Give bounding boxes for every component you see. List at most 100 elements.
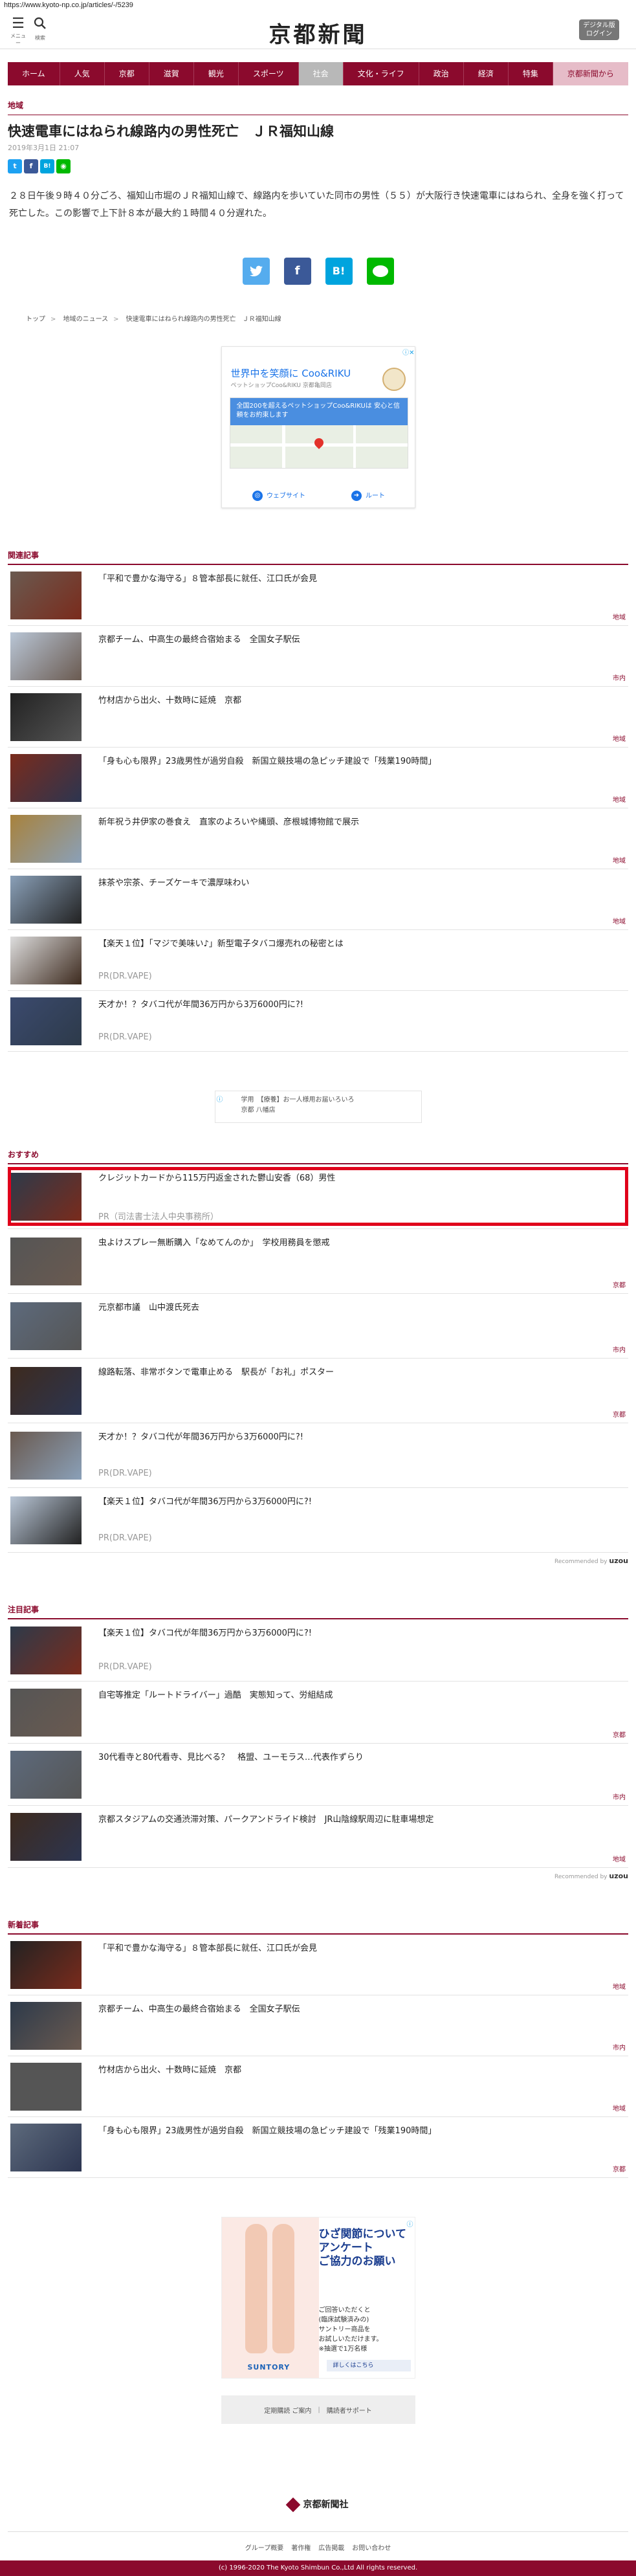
hatena-share-icon[interactable]: B! <box>40 159 54 173</box>
list-item[interactable]: 天才か！？タバコ代が年間36万円から3万6000円に?! PR(DR.VAPE) <box>8 991 628 1052</box>
list-item-title[interactable]: 【楽天１位】「マジで美味い♪」新型電子タバコ爆売れの秘密とは <box>98 938 620 951</box>
nav-item[interactable]: 文化・ライフ <box>344 62 419 85</box>
list-item[interactable]: 「身も心も限界」23歳男性が過労自殺 新国立競技場の急ピッチ建設で「残業190時… <box>8 748 628 808</box>
menu-button[interactable]: ☰ メニュー <box>9 17 27 47</box>
list-item[interactable]: 竹材店から出火、十数時に延焼 京都 地域 <box>8 2056 628 2117</box>
nav-item[interactable]: 社会 <box>298 62 344 85</box>
list-item-title[interactable]: 竹材店から出火、十数時に延焼 京都 <box>98 694 620 707</box>
breadcrumb-top[interactable]: トップ <box>26 316 45 323</box>
nav-item[interactable]: 政治 <box>419 62 464 85</box>
line-share-icon[interactable]: ◉ <box>56 159 71 173</box>
banner-ad[interactable]: ⓘ 学用 【療養】お一人様用お届いろいろ 京都 八幡店 <box>214 1091 422 1123</box>
list-item-title[interactable]: 【楽天１位】タバコ代が年間36万円から3万6000円に?! <box>98 1496 620 1509</box>
nav-item[interactable]: スポーツ <box>239 62 299 85</box>
ad-title[interactable]: 世界中を笑顔に Coo&RIKU <box>231 366 351 380</box>
list-item[interactable]: 【楽天１位】「マジで美味い♪」新型電子タバコ爆売れの秘密とは PR(DR.VAPE… <box>8 930 628 991</box>
list-item-title[interactable]: 「身も心も限界」23歳男性が過労自殺 新国立競技場の急ピッチ建設で「残業190時… <box>98 2125 620 2138</box>
facebook-share-icon[interactable]: f <box>24 159 38 173</box>
breadcrumb-local[interactable]: 地域のニュース <box>63 316 109 323</box>
recommend-list: クレジットカードから115万円返金された鬱山安香（68）男性 PR（司法書士法人中… <box>0 1164 636 1553</box>
list-item[interactable]: 京都チーム、中高生の最終合宿始まる 全国女子駅伝 市内 <box>8 1995 628 2056</box>
suntory-ad[interactable]: ⓘ ひざ関節について アンケート ご協力のお願い ご回答いただくと (臨床試験済… <box>221 2217 415 2379</box>
ad3-brand: SUNTORY <box>247 2363 291 2371</box>
list-item-title[interactable]: 自宅等推定「ルートドライバー」過酷 実態知って、労組結成 <box>98 1689 620 1702</box>
list-item-tag: 市内 <box>613 1347 626 1354</box>
list-item[interactable]: 虫よけスプレー無断購入「なめてんのか」 学校用務員を懲戒 京都 <box>8 1229 628 1294</box>
ad-info-icon-2[interactable]: ⓘ <box>407 2219 413 2228</box>
list-item-title[interactable]: 京都スタジアムの交通渋滞対策、パークアンドライド検討 JR山陰線駅周辺に駐車場想… <box>98 1814 620 1827</box>
ad-logo-icon <box>382 368 406 391</box>
ad3-more-link[interactable]: 詳しくはこちら <box>326 2360 411 2371</box>
list-item-thumbnail <box>10 754 82 802</box>
list-item[interactable]: 自宅等推定「ルートドライバー」過酷 実態知って、労組結成 京都 <box>8 1682 628 1744</box>
list-item-title[interactable]: 線路転落、非常ボタンで電車止める 駅長が「お礼」ポスター <box>98 1366 620 1379</box>
support-link[interactable]: 購読者サポート <box>327 2405 372 2415</box>
list-item-title[interactable]: 京都チーム、中高生の最終合宿始まる 全国女子駅伝 <box>98 634 620 647</box>
list-item[interactable]: 抹茶や宗茶、チーズケーキで濃厚味わい 地域 <box>8 869 628 930</box>
list-item[interactable]: 【楽天１位】タバコ代が年間36万円から3万6000円に?! PR(DR.VAPE) <box>8 1619 628 1682</box>
list-item-title[interactable]: 虫よけスプレー無断購入「なめてんのか」 学校用務員を懲戒 <box>98 1237 620 1250</box>
ad-info-icon[interactable]: ⓘ <box>217 1094 223 1104</box>
list-item[interactable]: 「平和で豊かな海守る」８管本部長に就任、江口氏が会見 地域 <box>8 565 628 626</box>
list-item-thumbnail <box>10 632 82 680</box>
list-item-tag: 京都 <box>613 2166 626 2173</box>
digital-login-button[interactable]: デジタル版 ログイン <box>579 19 619 40</box>
nav-item[interactable]: 観光 <box>194 62 239 85</box>
twitter-share-button[interactable] <box>242 258 270 285</box>
list-item[interactable]: 元京都市議 山中渡氏死去市内 <box>8 1294 628 1359</box>
footer-link[interactable]: 著作権 <box>291 2545 311 2552</box>
article-date: 2019年3月1日 21:07 <box>8 144 80 152</box>
twitter-share-icon[interactable]: t <box>8 159 22 173</box>
list-item[interactable]: 【楽天１位】タバコ代が年間36万円から3万6000円に?! PR(DR.VAPE) <box>8 1488 628 1553</box>
list-item[interactable]: 30代看寺と80代看寺、見比べる？ 格盟、ユーモラス…代表作ずらり 市内 <box>8 1744 628 1806</box>
list-item-title[interactable]: 抹茶や宗茶、チーズケーキで濃厚味わい <box>98 877 620 890</box>
hatena-share-button[interactable]: B! <box>325 258 353 285</box>
list-item[interactable]: 新年祝う井伊家の巻食え 直家のよろいや縄頭、彦根城博物館で展示 地域 <box>8 808 628 869</box>
ad-choices-icon[interactable]: ⓘ✕ <box>402 347 414 357</box>
nav-item[interactable]: 京都 <box>105 62 149 85</box>
facebook-share-button[interactable]: f <box>283 258 311 285</box>
search-button[interactable]: 検索 <box>31 17 49 41</box>
nav-item[interactable]: 京都新聞から <box>553 62 628 85</box>
nav-item[interactable]: ホーム <box>8 62 60 85</box>
list-item-title[interactable]: 「平和で豊かな海守る」８管本部長に就任、江口氏が会見 <box>98 1942 620 1955</box>
list-item[interactable]: 京都スタジアムの交通渋滞対策、パークアンドライド検討 JR山陰線駅周辺に駐車場想… <box>8 1806 628 1868</box>
list-item-thumbnail <box>10 1367 82 1415</box>
list-item[interactable]: 「身も心も限界」23歳男性が過労自殺 新国立競技場の急ピッチ建設で「残業190時… <box>8 2117 628 2178</box>
list-item-title[interactable]: 竹材店から出火、十数時に延焼 京都 <box>98 2064 620 2077</box>
footer-link[interactable]: お問い合わせ <box>352 2545 391 2552</box>
list-item[interactable]: 京都チーム、中高生の最終合宿始まる 全国女子駅伝 市内 <box>8 626 628 687</box>
footer-link[interactable]: 広告掲載 <box>318 2545 344 2552</box>
list-item-sponsor: PR(DR.VAPE) <box>98 1032 152 1042</box>
list-item-title[interactable]: 元京都市議 山中渡氏死去 <box>98 1302 620 1315</box>
list-item[interactable]: 竹材店から出火、十数時に延焼 京都 地域 <box>8 687 628 748</box>
list-item-title[interactable]: 天才か！？タバコ代が年間36万円から3万6000円に?! <box>98 1431 620 1444</box>
subscription-link[interactable]: 定期購読 ご案内 <box>264 2405 311 2415</box>
map-ad[interactable]: ⓘ✕ 世界中を笑顔に Coo&RIKU ペットショップCoo&RIKU 京都亀岡… <box>221 346 415 508</box>
ad-route-link[interactable]: ➜ ルート <box>351 490 385 501</box>
nav-item[interactable]: 経済 <box>464 62 509 85</box>
site-logo[interactable]: 京都新聞 <box>269 17 367 49</box>
nav-item[interactable]: 特集 <box>509 62 553 85</box>
ad-map[interactable]: 全国200を超えるペットショップCoo&RIKUは 安心と信頼をお約束します <box>229 397 408 469</box>
list-item[interactable]: 線路転落、非常ボタンで電車止める 駅長が「お礼」ポスター 京都 <box>8 1359 628 1423</box>
nav-item[interactable]: 滋賀 <box>149 62 194 85</box>
footer-logo[interactable]: 京都新聞社 <box>0 2497 636 2513</box>
list-item-title[interactable]: 京都チーム、中高生の最終合宿始まる 全国女子駅伝 <box>98 2003 620 2016</box>
list-item[interactable]: 「平和で豊かな海守る」８管本部長に就任、江口氏が会見 地域 <box>8 1935 628 1995</box>
list-item-title[interactable]: 「平和で豊かな海守る」８管本部長に就任、江口氏が会見 <box>98 573 620 586</box>
line-share-button[interactable] <box>366 258 394 285</box>
list-item-title[interactable]: 「身も心も限界」23歳男性が過労自殺 新国立競技場の急ピッチ建設で「残業190時… <box>98 755 620 768</box>
list-item[interactable]: クレジットカードから115万円返金された鬱山安香（68）男性 PR（司法書士法人中… <box>8 1164 628 1229</box>
list-item-thumbnail <box>10 2002 82 2050</box>
footer-link[interactable]: グループ概要 <box>245 2545 283 2552</box>
main-nav: ホーム 人気 京都 滋賀 観光 スポーツ 社会 文化・ライフ 政治 経済 特集 京都新聞から <box>8 62 628 85</box>
list-item[interactable]: 天才か！？タバコ代が年間36万円から3万6000円に?! PR(DR.VAPE) <box>8 1423 628 1488</box>
ad-website-link[interactable]: ◎ ウェブサイト <box>252 490 305 501</box>
list-item-title[interactable]: 天才か！？タバコ代が年間36万円から3万6000円に?! <box>98 999 620 1012</box>
site-header: ☰ メニュー 検索 京都新聞 デジタル版 ログイン <box>0 12 636 49</box>
list-item-title[interactable]: 30代看寺と80代看寺、見比べる？ 格盟、ユーモラス…代表作ずらり <box>98 1751 620 1764</box>
nav-item[interactable]: 人気 <box>60 62 105 85</box>
list-item-title[interactable]: 【楽天１位】タバコ代が年間36万円から3万6000円に?! <box>98 1627 620 1640</box>
list-item-title[interactable]: 新年祝う井伊家の巻食え 直家のよろいや縄頭、彦根城博物館で展示 <box>98 816 620 829</box>
